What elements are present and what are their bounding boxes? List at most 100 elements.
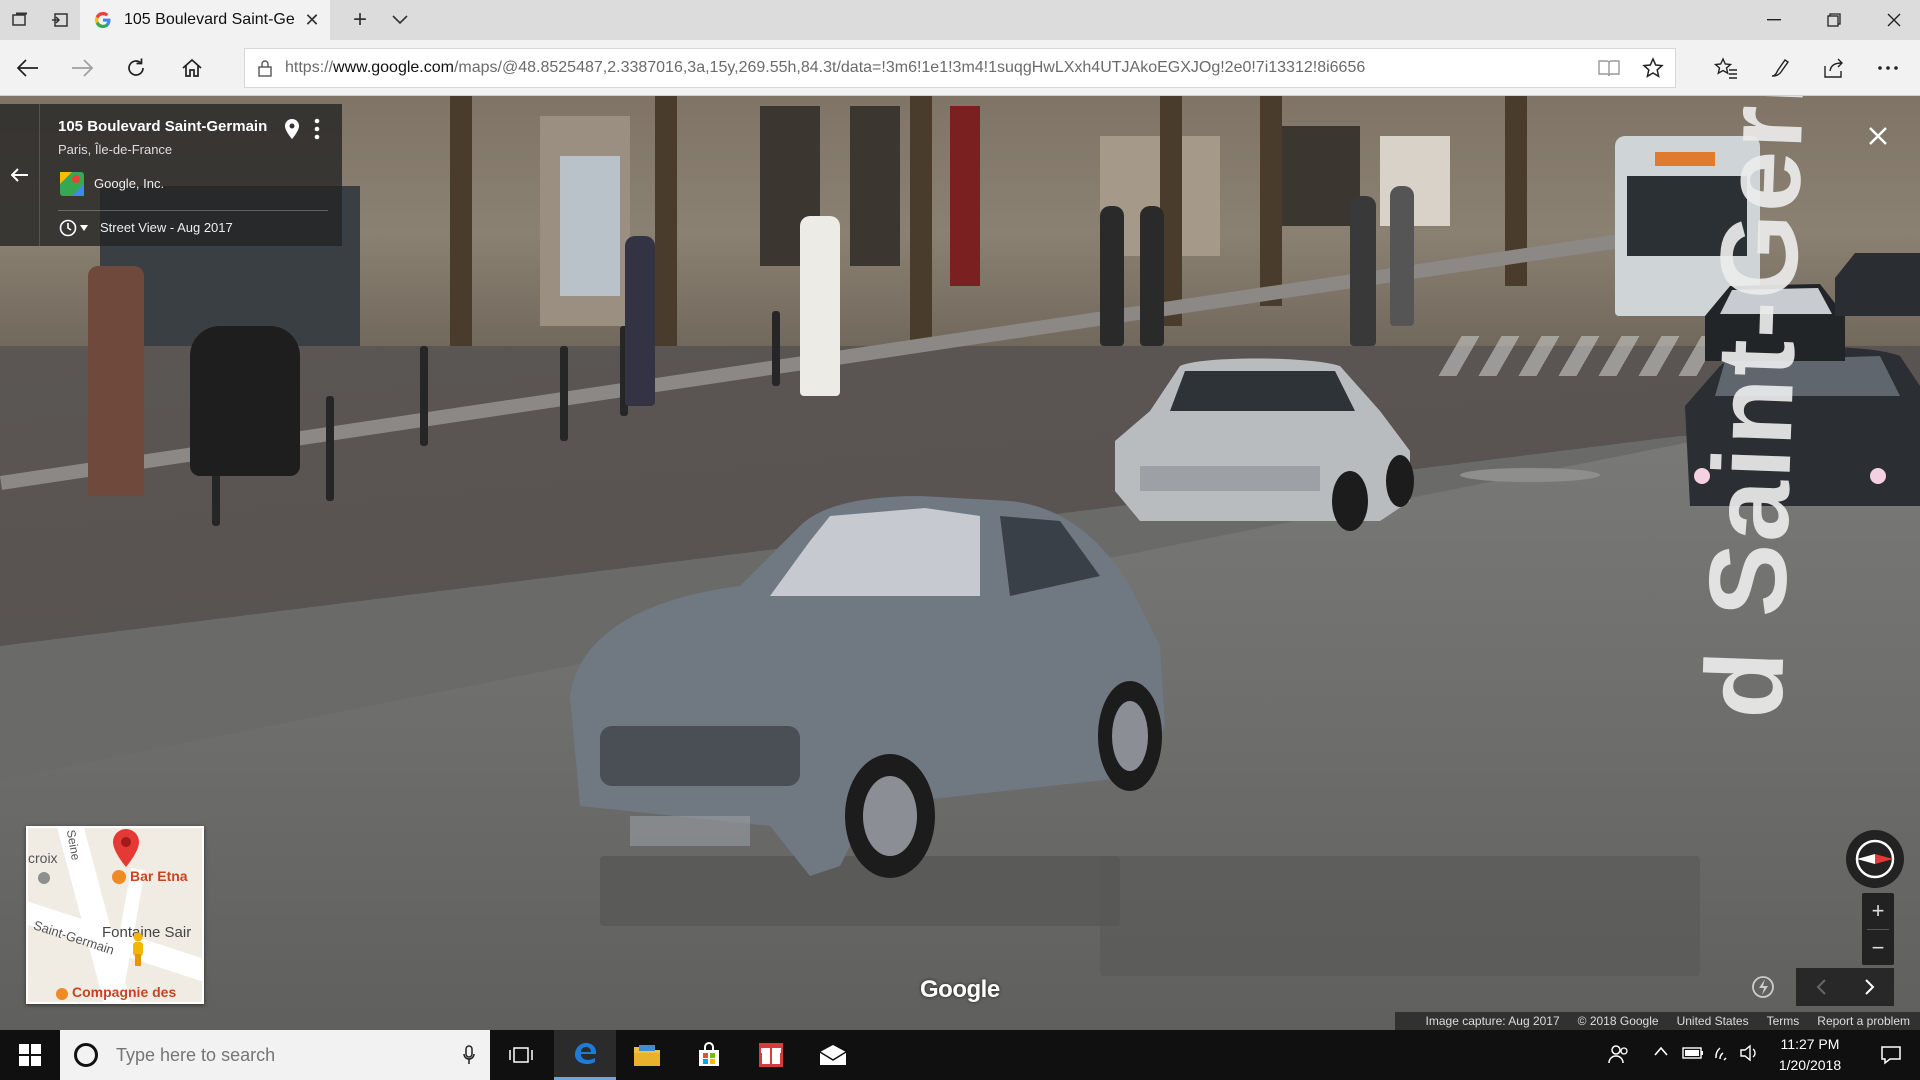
wifi-icon[interactable] (1714, 1044, 1734, 1062)
building-window (850, 106, 900, 266)
address-bar[interactable]: https://www.google.com/maps/@48.8525487,… (244, 48, 1676, 88)
favorites-hub-icon[interactable] (1706, 48, 1746, 88)
minimap[interactable]: croix Seine Bar Etna Fontaine Sair Saint… (26, 826, 204, 1004)
start-button[interactable] (0, 1030, 60, 1080)
refresh-button[interactable] (116, 48, 156, 88)
taskbar-store-button[interactable] (678, 1030, 740, 1080)
copyright-text: © 2018 Google (1577, 1014, 1659, 1028)
google-maps-logo-icon (60, 172, 84, 196)
people-icon[interactable] (1608, 1043, 1630, 1065)
url-text[interactable]: https://www.google.com/maps/@48.8525487,… (285, 59, 1587, 77)
cortana-icon (74, 1043, 98, 1067)
clock-time: 11:27 PM (1780, 1036, 1840, 1052)
time-travel-history-icon[interactable] (58, 218, 88, 238)
taskbar-edge-button[interactable] (554, 1030, 616, 1080)
zoom-out-button[interactable]: − (1862, 930, 1894, 966)
tab-preview-chevron-icon[interactable] (380, 0, 420, 40)
dark-car-far (1835, 253, 1920, 316)
next-photo-chevron-icon[interactable] (1845, 968, 1894, 1006)
tree-trunk (1260, 96, 1282, 306)
restore-window-button[interactable] (1804, 0, 1864, 40)
home-button[interactable] (172, 48, 212, 88)
taskbar-search-input[interactable] (114, 1043, 454, 1067)
pedestrian (1100, 206, 1124, 346)
scooter (190, 326, 300, 476)
street-view-date[interactable]: Street View - Aug 2017 (100, 220, 233, 235)
more-options-icon[interactable] (1868, 48, 1908, 88)
clock-date: 1/20/2018 (1778, 1057, 1842, 1073)
image-owner[interactable]: Google, Inc. (94, 176, 164, 191)
map-poi-label: Compagnie des (72, 984, 177, 1000)
grey-sedan-car (570, 496, 1165, 878)
back-to-map-button[interactable] (0, 104, 40, 246)
taskbar-search-box[interactable] (60, 1030, 490, 1080)
zoom-control: + − (1862, 893, 1894, 965)
more-vertical-icon[interactable] (314, 118, 320, 145)
chevron-down-icon (80, 225, 88, 231)
terms-link[interactable]: Terms (1767, 1014, 1800, 1028)
microphone-icon[interactable] (454, 1045, 484, 1065)
notification-icon (1881, 1046, 1901, 1065)
manhole-cover (1460, 468, 1600, 482)
web-note-pen-icon[interactable] (1760, 48, 1800, 88)
report-problem-link[interactable]: Report a problem (1817, 1014, 1910, 1028)
close-window-button[interactable] (1864, 0, 1920, 40)
pedestrian (625, 236, 655, 406)
set-aside-tabs-icon[interactable] (0, 0, 40, 40)
taskbar-gift-app-button[interactable] (740, 1030, 802, 1080)
reading-view-icon[interactable] (1587, 48, 1631, 88)
new-tab-button[interactable]: + (340, 0, 380, 40)
image-capture-date: Image capture: Aug 2017 (1425, 1014, 1560, 1028)
poi-icon (38, 872, 50, 884)
taskbar-clock[interactable]: 11:27 PM 1/20/2018 (1760, 1034, 1860, 1076)
pedestrian (1350, 196, 1376, 346)
map-label: Fontaine Sair (102, 924, 192, 941)
lock-icon[interactable] (245, 48, 285, 88)
volume-icon[interactable] (1740, 1044, 1760, 1062)
taskbar-mail-button[interactable] (802, 1030, 864, 1080)
browser-nav-bar: https://www.google.com/maps/@48.8525487,… (0, 40, 1920, 96)
url-domain: www.google.com (333, 59, 454, 76)
url-scheme: https:// (285, 59, 334, 76)
shop-window (560, 156, 620, 296)
google-watermark: Google (920, 976, 1000, 1003)
country-link[interactable]: United States (1677, 1014, 1749, 1028)
share-icon[interactable] (1814, 48, 1854, 88)
active-tab[interactable]: 105 Boulevard Saint-Ge ✕ (80, 0, 330, 40)
folder-icon (634, 1045, 660, 1066)
mail-icon (819, 1045, 847, 1065)
location-subtitle: Paris, Île-de-France (58, 142, 173, 157)
location-pin-icon (112, 828, 140, 873)
close-street-view-icon[interactable] (1860, 118, 1896, 154)
show-hidden-icons-chevron-icon[interactable] (1654, 1046, 1668, 1056)
windows-logo-icon (19, 1044, 41, 1066)
map-pin-icon[interactable] (284, 118, 300, 145)
task-view-button[interactable] (490, 1030, 552, 1080)
previous-photo-chevron-icon[interactable] (1796, 968, 1845, 1006)
location-title: 105 Boulevard Saint-Germain (58, 118, 268, 135)
bollard (772, 311, 780, 386)
minimize-window-button[interactable] (1744, 0, 1804, 40)
pedestrian (88, 266, 144, 496)
zoom-in-button[interactable]: + (1862, 893, 1894, 929)
back-button[interactable] (8, 48, 48, 88)
show-aside-tabs-icon[interactable] (40, 0, 80, 40)
browser-tab-bar: 105 Boulevard Saint-Ge ✕ + (0, 0, 1920, 40)
edge-browser-icon (575, 1042, 596, 1064)
bollard (420, 346, 428, 446)
forward-button[interactable] (62, 48, 102, 88)
favorite-star-icon[interactable] (1631, 48, 1675, 88)
compass-control[interactable] (1846, 830, 1904, 888)
battery-icon[interactable] (1682, 1046, 1704, 1060)
hide-imagery-icon[interactable] (1750, 974, 1776, 1005)
road-patch (1100, 856, 1700, 976)
gift-icon (759, 1043, 783, 1067)
poi-icon (56, 988, 68, 1000)
silver-sedan-car (1115, 358, 1414, 531)
tab-title: 105 Boulevard Saint-Ge (124, 11, 295, 28)
taskbar-file-explorer-button[interactable] (616, 1030, 678, 1080)
tab-close-icon[interactable]: ✕ (302, 10, 322, 30)
action-center-button[interactable] (1862, 1030, 1920, 1080)
task-view-icon (509, 1047, 533, 1063)
map-poi-label: Bar Etna (130, 868, 188, 884)
